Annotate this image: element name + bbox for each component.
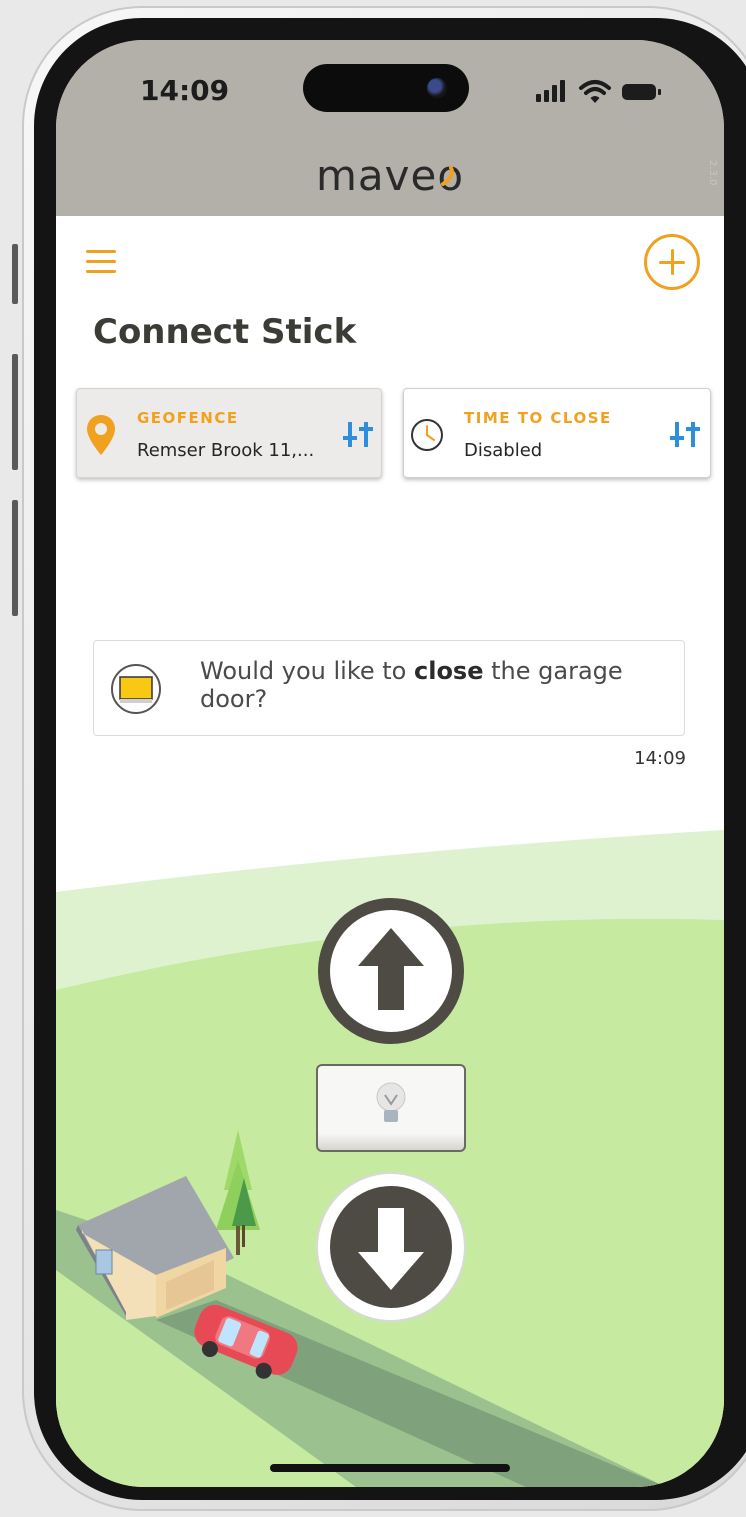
clock-icon — [411, 419, 443, 451]
menu-icon[interactable] — [86, 250, 116, 274]
svg-text:maveo: maveo — [316, 154, 464, 200]
chat-message[interactable]: Would you like to close the garage door? — [93, 640, 685, 736]
adjust-icon[interactable] — [668, 419, 702, 451]
status-icons — [532, 78, 672, 106]
geofence-label: GEOFENCE — [137, 409, 239, 427]
geofence-value: Remser Brook 11,... — [137, 440, 315, 461]
volume-down-button — [12, 500, 18, 616]
garage-door-icon — [111, 664, 161, 714]
message-time: 14:09 — [634, 748, 686, 769]
page-title: Connect Stick — [93, 312, 357, 352]
app-header: 14:09 maveo 2.3.0 — [56, 40, 724, 216]
wifi-icon — [579, 80, 611, 103]
arrow-down-icon — [358, 1208, 424, 1290]
time-to-close-value: Disabled — [464, 440, 543, 461]
phone-screen: 14:09 maveo 2.3.0 Connect Stick GEOFENCE… — [56, 40, 724, 1487]
light-button[interactable] — [316, 1064, 466, 1152]
time-to-close-card[interactable]: TIME TO CLOSE Disabled — [403, 388, 711, 478]
maveo-logo: maveo — [56, 151, 724, 210]
status-time: 14:09 — [140, 74, 230, 107]
close-door-circle — [330, 1186, 452, 1308]
add-device-button[interactable] — [644, 234, 700, 290]
battery-icon — [622, 84, 656, 100]
open-door-button[interactable] — [318, 898, 464, 1044]
version-label: 2.3.0 — [707, 160, 718, 186]
adjust-icon[interactable] — [341, 419, 375, 451]
message-bold-word: close — [413, 657, 484, 685]
battery-tip — [658, 89, 661, 95]
volume-up-button — [12, 354, 18, 470]
close-door-button[interactable] — [318, 1174, 464, 1320]
logo-mark: maveo — [316, 151, 464, 200]
camera-icon — [427, 78, 447, 98]
message-text: Would you like to close the garage door? — [200, 657, 623, 713]
action-button — [12, 244, 18, 304]
dynamic-island — [303, 64, 469, 112]
geofence-card[interactable]: GEOFENCE Remser Brook 11,... — [76, 388, 382, 478]
location-pin-icon — [87, 415, 115, 455]
home-indicator[interactable] — [270, 1464, 510, 1472]
lightbulb-icon — [376, 1082, 406, 1122]
arrow-up-icon — [358, 928, 424, 1010]
time-to-close-label: TIME TO CLOSE — [464, 409, 612, 427]
